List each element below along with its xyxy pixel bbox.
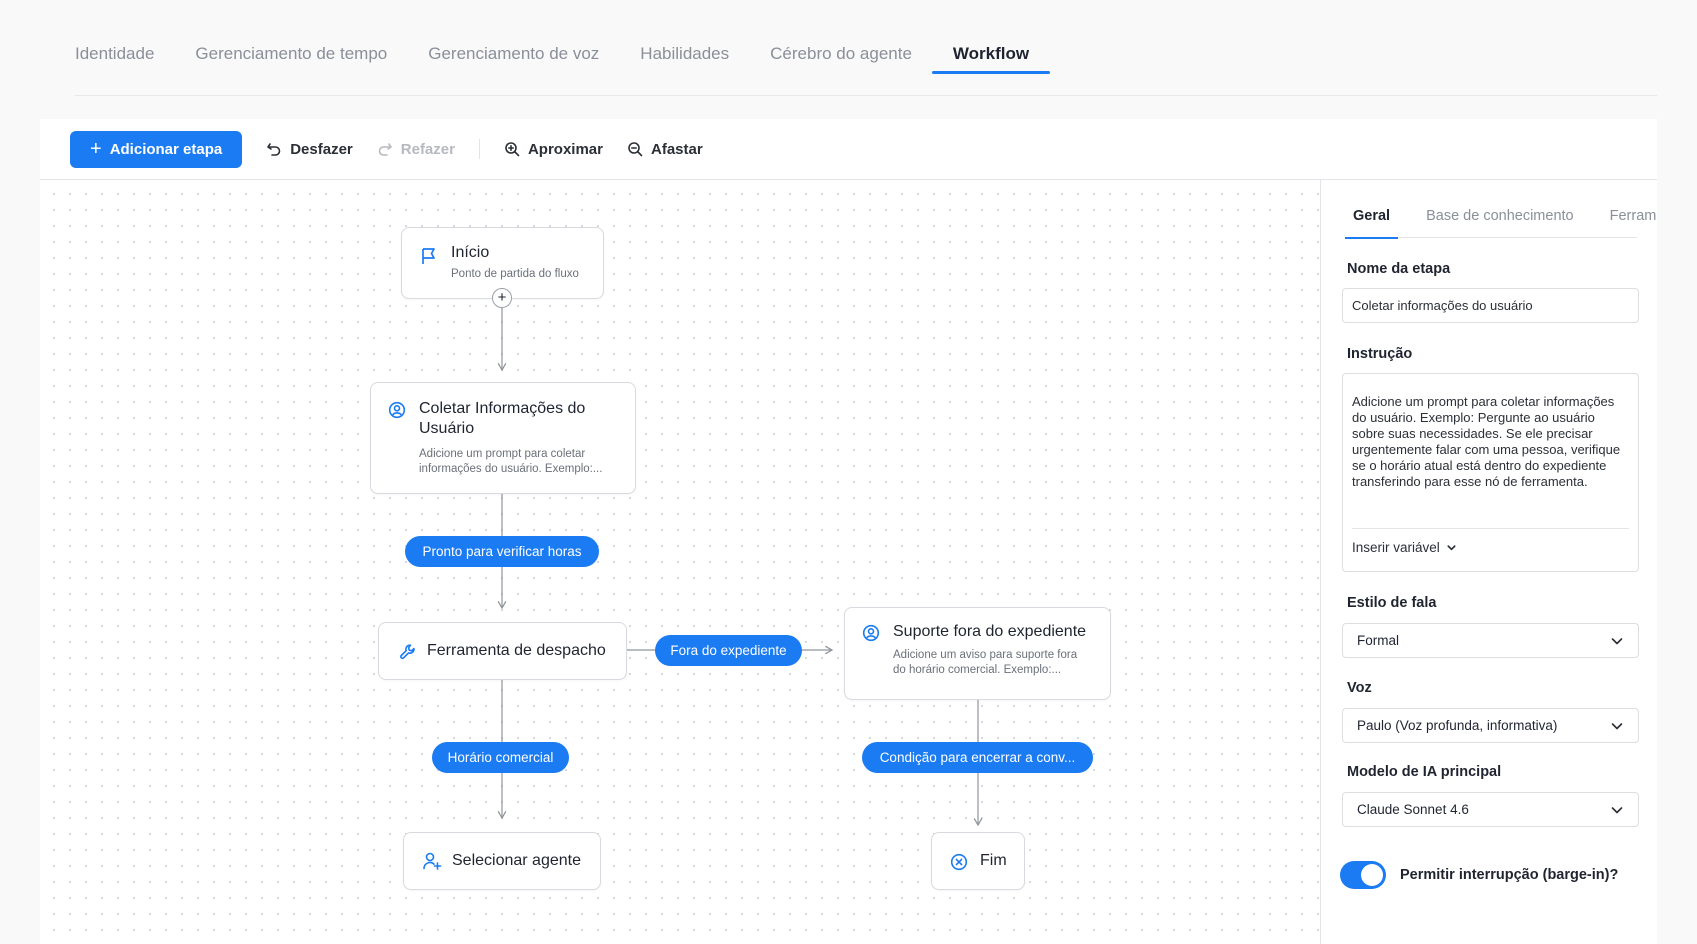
redo-label: Refazer [400, 140, 455, 158]
add-step-button[interactable]: + Adicionar etapa [70, 130, 243, 168]
model-value: Claude Sonnet 4.6 [1357, 802, 1469, 817]
chevron-down-icon [1611, 637, 1623, 644]
step-name-input[interactable]: Coletar informações do usuário [1342, 288, 1639, 323]
voice-value: Paulo (Voz profunda, informativa) [1357, 718, 1558, 733]
toggle-knob [1361, 864, 1383, 886]
tabs-divider [75, 95, 1657, 96]
voice-label: Voz [1347, 680, 1372, 696]
node-title: Selecionar agente [452, 852, 581, 869]
tab-cerebro-do-agente[interactable]: Cérebro do agente [770, 34, 912, 74]
node-suporte-fora-do-expediente[interactable]: Suporte fora do expediente Adicione um a… [844, 607, 1111, 700]
speech-style-value: Formal [1357, 633, 1400, 648]
panel-tab-ferramentas[interactable]: Ferramer [1602, 208, 1657, 238]
tab-gerenciamento-de-voz[interactable]: Gerenciamento de voz [428, 34, 599, 74]
user-circle-icon [862, 624, 880, 642]
tab-workflow[interactable]: Workflow [931, 34, 1051, 74]
node-title: Início [451, 244, 490, 261]
node-description: Adicione um aviso para suporte fora do h… [893, 649, 1078, 676]
zoom-out-icon [628, 142, 643, 157]
node-coletar-informacoes[interactable]: Coletar Informações do Usuário Adicione … [370, 382, 636, 494]
instruction-label: Instrução [1347, 346, 1413, 362]
wrench-icon [400, 644, 415, 660]
chevron-down-icon [1611, 722, 1623, 729]
instruction-text: Adicione um prompt para coletar informaç… [1352, 394, 1621, 489]
x-circle-icon [950, 853, 968, 871]
edge-label-fora-do-expediente[interactable]: Fora do expediente [655, 635, 802, 666]
user-circle-icon [388, 401, 406, 419]
instruction-textarea[interactable]: Adicione um prompt para coletar informaç… [1342, 373, 1639, 572]
node-title: Ferramenta de despacho [427, 642, 606, 659]
redo-button[interactable]: Refazer [377, 141, 455, 158]
speech-style-select[interactable]: Formal [1342, 623, 1639, 658]
model-label: Modelo de IA principal [1347, 764, 1502, 780]
speech-style-label: Estilo de fala [1347, 595, 1437, 611]
zoom-in-button[interactable]: Aproximar [504, 141, 603, 158]
edge-label-pronto[interactable]: Pronto para verificar horas [405, 536, 599, 567]
add-node-handle[interactable]: + [492, 288, 512, 308]
user-plus-icon [423, 852, 442, 870]
chevron-down-icon [1447, 545, 1456, 551]
edge-label-horario-comercial[interactable]: Horário comercial [432, 742, 569, 773]
node-selecionar-agente[interactable]: Selecionar agente [403, 832, 601, 890]
node-title: Coletar Informações do Usuário [419, 400, 586, 437]
tab-habilidades[interactable]: Habilidades [640, 34, 729, 74]
barge-in-label: Permitir interrupção (barge-in)? [1400, 867, 1619, 883]
panel-tab-base-de-conhecimento[interactable]: Base de conhecimento [1418, 208, 1582, 238]
tab-identidade[interactable]: Identidade [75, 34, 154, 74]
node-title: Suporte fora do expediente [893, 623, 1087, 640]
node-ferramenta-de-despacho[interactable]: Ferramenta de despacho [378, 622, 627, 680]
panel-tabs: Geral Base de conhecimento Ferramer [1345, 208, 1657, 239]
toolbar: + Adicionar etapa Desfazer Refazer Aprox… [40, 119, 1657, 180]
insert-variable-button[interactable]: Inserir variável [1352, 540, 1457, 555]
node-description: Ponto de partida do fluxo [451, 268, 579, 280]
undo-label: Desfazer [290, 140, 353, 158]
zoom-in-icon [505, 142, 520, 157]
model-select[interactable]: Claude Sonnet 4.6 [1342, 792, 1639, 827]
flag-icon [422, 248, 435, 264]
workflow-canvas[interactable]: Início Ponto de partida do fluxo + Colet… [40, 180, 1320, 944]
add-step-label: Adicionar etapa [109, 140, 223, 158]
plus-icon: + [90, 138, 102, 160]
barge-in-row: Permitir interrupção (barge-in)? [1340, 861, 1618, 889]
tab-gerenciamento-de-tempo[interactable]: Gerenciamento de tempo [195, 34, 387, 74]
zoom-in-label: Aproximar [527, 140, 603, 158]
barge-in-toggle[interactable] [1340, 861, 1386, 889]
zoom-out-button[interactable]: Afastar [627, 141, 703, 158]
workflow-editor: + Adicionar etapa Desfazer Refazer Aprox… [40, 119, 1657, 944]
step-name-label: Nome da etapa [1347, 261, 1451, 277]
node-description: Adicione um prompt para coletar informaç… [419, 448, 603, 475]
redo-icon [378, 143, 392, 156]
undo-icon [267, 143, 281, 156]
chevron-down-icon [1611, 806, 1623, 813]
toolbar-divider [478, 139, 480, 159]
step-properties-panel: Geral Base de conhecimento Ferramer Nome… [1320, 180, 1657, 944]
undo-button[interactable]: Desfazer [266, 141, 353, 158]
instruction-divider [1352, 528, 1629, 529]
top-tabs: Identidade Gerenciamento de tempo Gerenc… [75, 34, 1070, 74]
voice-select[interactable]: Paulo (Voz profunda, informativa) [1342, 708, 1639, 743]
panel-tab-geral[interactable]: Geral [1345, 208, 1399, 239]
insert-variable-label: Inserir variável [1352, 540, 1440, 555]
node-fim[interactable]: Fim [931, 832, 1025, 890]
node-title: Fim [980, 852, 1007, 869]
edge-label-condicao[interactable]: Condição para encerrar a conv... [862, 742, 1093, 773]
edge-lines [497, 308, 983, 827]
zoom-out-label: Afastar [651, 140, 703, 158]
